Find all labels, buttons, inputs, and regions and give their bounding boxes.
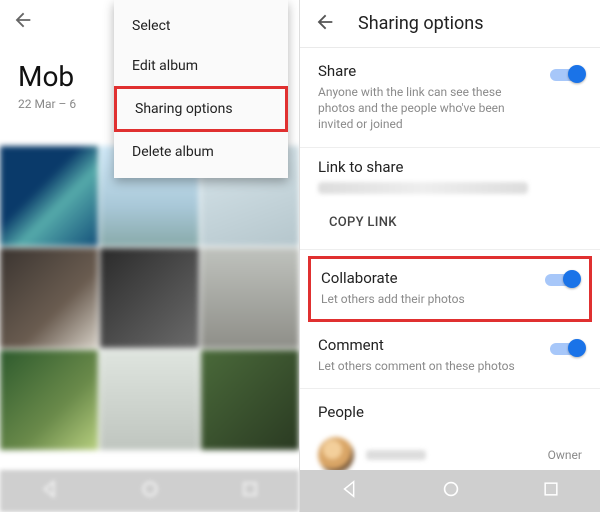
nav-home-icon[interactable] [139, 478, 161, 504]
page-title: Sharing options [358, 13, 484, 34]
sharing-options-screen: Sharing options Share Anyone with the li… [300, 0, 600, 512]
photo-thumb[interactable] [0, 350, 98, 450]
back-icon[interactable] [314, 11, 336, 37]
collaborate-title: Collaborate [321, 269, 579, 287]
divider [300, 249, 600, 250]
link-section: Link to share COPY LINK [300, 148, 600, 249]
android-navbar [0, 470, 299, 512]
nav-recent-icon[interactable] [240, 479, 260, 503]
photo-thumb[interactable] [100, 248, 198, 348]
person-name [366, 450, 426, 460]
share-link-value [318, 182, 528, 194]
back-icon[interactable] [12, 9, 34, 35]
menu-item-select[interactable]: Select [114, 6, 288, 46]
share-desc: Anyone with the link can see these photo… [318, 84, 582, 133]
link-title: Link to share [318, 158, 582, 176]
album-screen: Mob 22 Mar – 6 Select Edit album Sharing… [0, 0, 300, 512]
people-section-header: People [300, 389, 600, 425]
owner-label: Owner [548, 448, 582, 462]
copy-link-button[interactable]: COPY LINK [318, 206, 408, 239]
nav-back-icon[interactable] [339, 478, 361, 504]
photo-thumb[interactable] [201, 350, 299, 450]
collaborate-section: Collaborate Let others add their photos [308, 256, 592, 322]
comment-toggle[interactable] [550, 338, 586, 358]
avatar[interactable] [318, 437, 354, 473]
nav-back-icon[interactable] [39, 478, 61, 504]
menu-item-delete-album[interactable]: Delete album [114, 132, 288, 172]
collaborate-desc: Let others add their photos [321, 291, 579, 307]
menu-item-edit-album[interactable]: Edit album [114, 46, 288, 86]
photo-thumb[interactable] [0, 248, 98, 348]
overflow-menu: Select Edit album Sharing options Delete… [114, 0, 288, 178]
comment-desc: Let others comment on these photos [318, 358, 582, 374]
people-title: People [318, 403, 582, 421]
menu-item-sharing-options[interactable]: Sharing options [114, 86, 288, 132]
comment-title: Comment [318, 336, 582, 354]
nav-home-icon[interactable] [440, 478, 462, 504]
share-section: Share Anyone with the link can see these… [300, 48, 600, 147]
photo-thumb[interactable] [100, 350, 198, 450]
photo-thumb[interactable] [0, 146, 98, 246]
comment-section: Comment Let others comment on these phot… [300, 322, 600, 388]
nav-recent-icon[interactable] [541, 479, 561, 503]
share-title: Share [318, 62, 582, 80]
photo-thumb[interactable] [201, 248, 299, 348]
share-toggle[interactable] [550, 64, 586, 84]
photo-grid[interactable] [0, 146, 299, 472]
android-navbar [300, 470, 600, 512]
collaborate-toggle[interactable] [545, 269, 581, 289]
